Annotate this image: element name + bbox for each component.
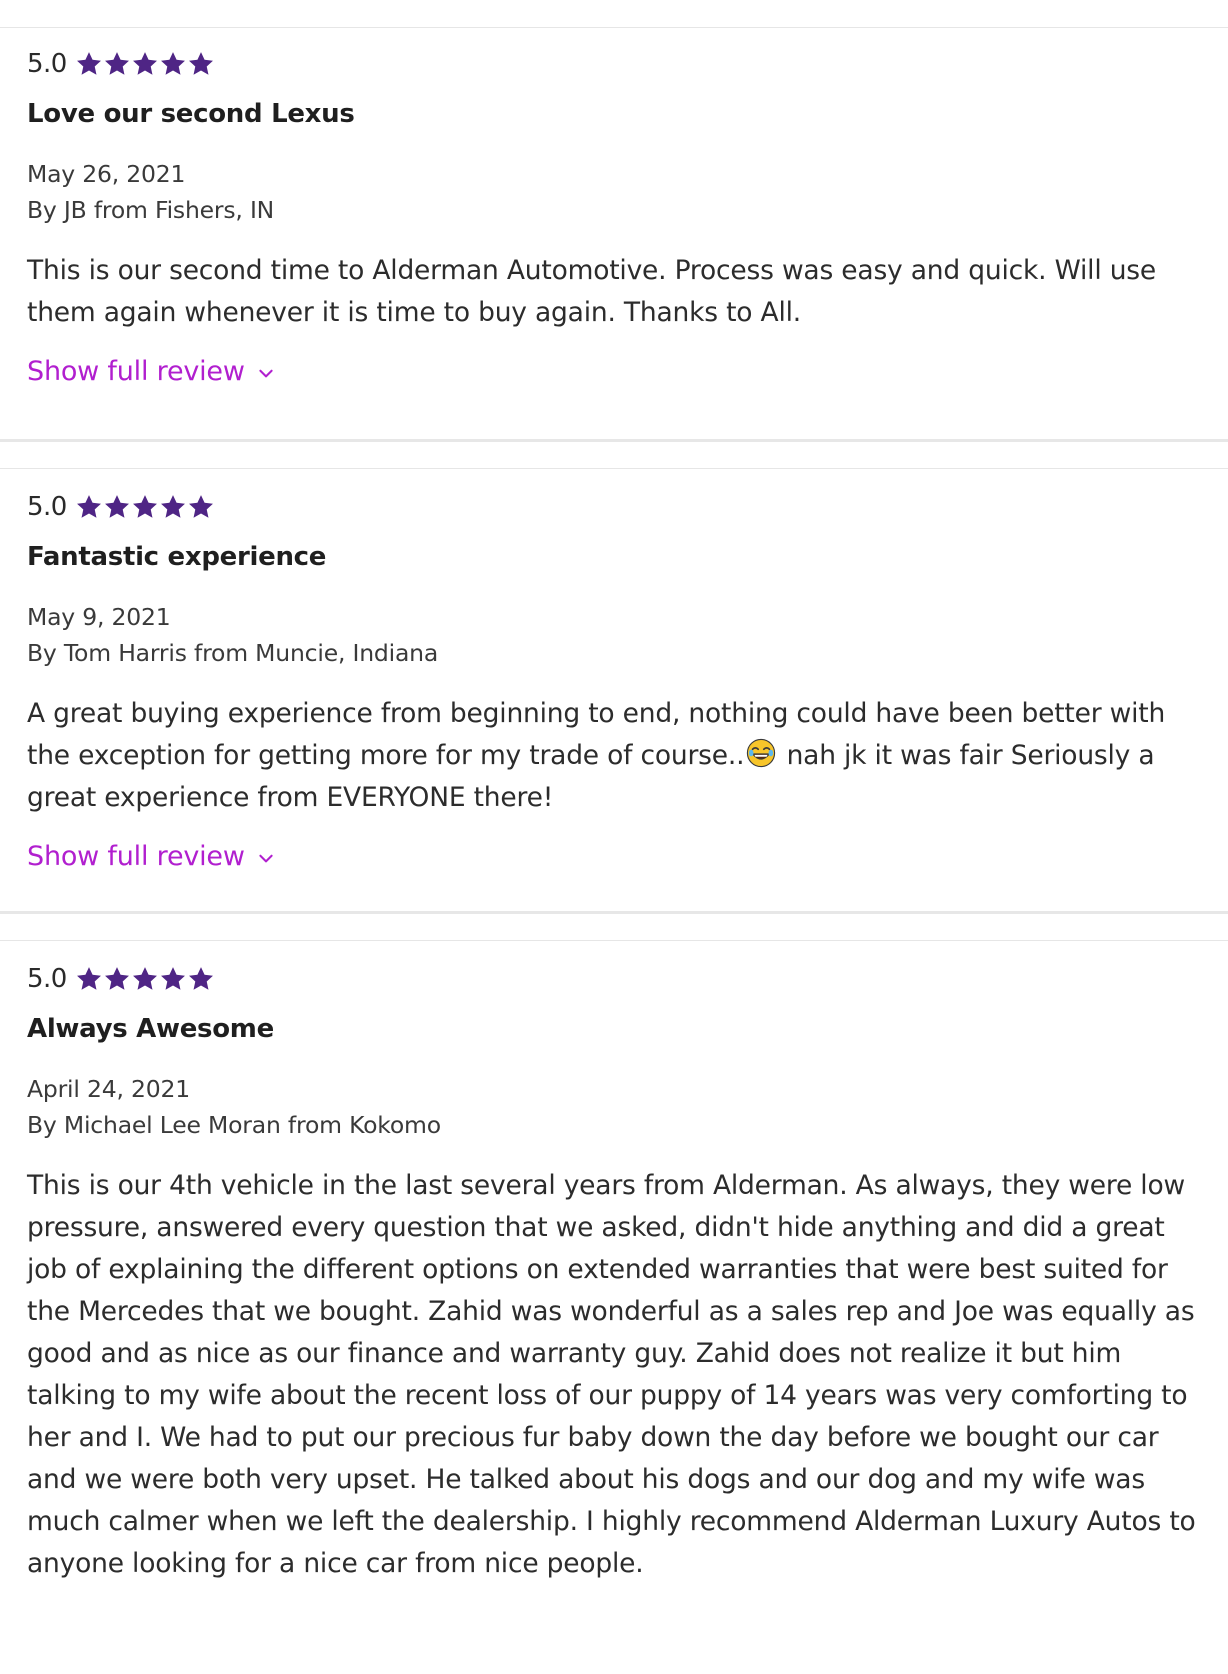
star-rating xyxy=(75,50,215,78)
review-author: By Michael Lee Moran from Kokomo xyxy=(27,1111,441,1139)
review-author: By JB from Fishers, IN xyxy=(27,196,275,224)
show-full-review-label: Show full review xyxy=(27,841,245,872)
star-icon xyxy=(131,965,159,993)
star-icon xyxy=(103,493,131,521)
star-rating xyxy=(75,965,215,993)
star-icon xyxy=(187,965,215,993)
show-full-review-link[interactable]: Show full review xyxy=(27,356,275,387)
review-rating: 5.0 xyxy=(27,44,1228,84)
review-rating: 5.0 xyxy=(27,959,1228,999)
star-icon xyxy=(159,493,187,521)
review-body: A great buying experience from beginning… xyxy=(27,693,1207,819)
rating-value: 5.0 xyxy=(27,49,67,79)
show-full-review-link[interactable]: Show full review xyxy=(27,841,275,872)
star-icon xyxy=(159,965,187,993)
star-icon xyxy=(131,50,159,78)
rating-value: 5.0 xyxy=(27,964,67,994)
rating-value: 5.0 xyxy=(27,492,67,522)
face-with-tears-of-joy-icon xyxy=(746,738,776,768)
top-divider xyxy=(0,0,1228,28)
review-divider xyxy=(0,911,1228,941)
review-title: Love our second Lexus xyxy=(27,99,355,129)
review-date: May 9, 2021 xyxy=(27,603,171,631)
star-icon xyxy=(75,50,103,78)
review-date: April 24, 2021 xyxy=(27,1075,191,1103)
review-author: By Tom Harris from Muncie, Indiana xyxy=(27,639,439,667)
show-full-review-label: Show full review xyxy=(27,356,245,387)
review-card: 5.0 Love our second Lexus May 26, 2021 B… xyxy=(0,28,1228,439)
review-card: 5.0 Fantastic experience May 9, 2021 By … xyxy=(0,469,1228,911)
star-icon xyxy=(103,965,131,993)
review-date: May 26, 2021 xyxy=(27,160,186,188)
review-title: Always Awesome xyxy=(27,1014,274,1044)
star-rating xyxy=(75,493,215,521)
star-icon xyxy=(103,50,131,78)
review-body: This is our 4th vehicle in the last seve… xyxy=(27,1170,1196,1579)
chevron-down-icon xyxy=(257,849,275,867)
star-icon xyxy=(187,50,215,78)
chevron-down-icon xyxy=(257,364,275,382)
star-icon xyxy=(131,493,159,521)
star-icon xyxy=(187,493,215,521)
review-title: Fantastic experience xyxy=(27,542,327,572)
review-divider xyxy=(0,439,1228,469)
star-icon xyxy=(75,493,103,521)
review-rating: 5.0 xyxy=(27,487,1228,527)
star-icon xyxy=(159,50,187,78)
review-body: This is our second time to Alderman Auto… xyxy=(27,255,1157,328)
review-card: 5.0 Always Awesome April 24, 2021 By Mic… xyxy=(0,941,1228,1585)
star-icon xyxy=(75,965,103,993)
